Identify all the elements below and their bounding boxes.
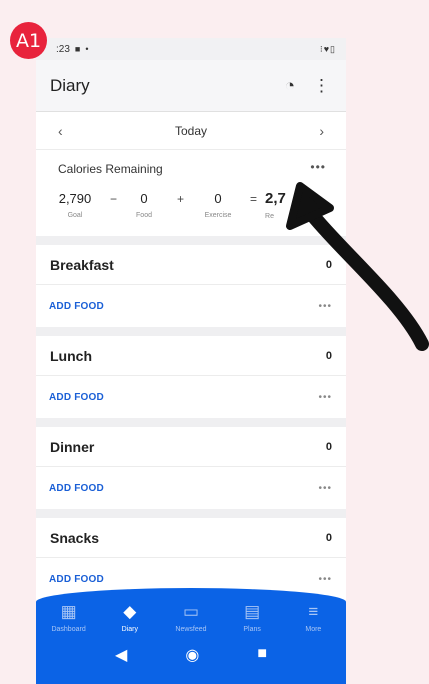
equals-operator: = <box>250 192 258 206</box>
back-icon[interactable]: ◀ <box>115 645 127 665</box>
meal-section-breakfast: Breakfast 0 ADD FOOD ••• <box>36 245 346 327</box>
tab-diary[interactable]: ◆ Diary <box>100 602 160 633</box>
add-food-button[interactable]: ADD FOOD <box>49 392 104 403</box>
meal-calories: 0 <box>325 531 332 544</box>
plus-operator: + <box>177 192 185 206</box>
recents-icon[interactable]: ■ <box>257 645 267 665</box>
goal-label: Goal <box>67 212 83 219</box>
add-food-button[interactable]: ADD FOOD <box>49 301 104 312</box>
tab-label: Plans <box>243 626 261 633</box>
exercise-label: Exercise <box>204 212 232 219</box>
tab-newsfeed[interactable]: ▭ Newsfeed <box>161 602 221 633</box>
tab-plans[interactable]: ▤ Plans <box>222 602 282 633</box>
tab-label: Dashboard <box>51 626 86 633</box>
remaining-label: Re <box>265 213 274 220</box>
remaining-value: 2,7 <box>265 190 286 207</box>
exercise-value: 0 <box>214 191 222 206</box>
tab-label: Diary <box>121 626 138 633</box>
phone-screen: :23 ■ • ⁝♥▯ Diary ◔ ⋮ ‹ Today › Calories… <box>36 38 346 684</box>
meal-more-button[interactable]: ••• <box>318 392 332 403</box>
status-bar: :23 ■ • ⁝♥▯ <box>36 38 346 60</box>
calories-heading: Calories Remaining <box>58 162 163 176</box>
photo-icon: ■ <box>74 44 81 54</box>
goal-value: 2,790 <box>58 191 92 206</box>
meal-name: Lunch <box>50 347 92 364</box>
step-badge: A1 <box>10 22 47 59</box>
add-food-button[interactable]: ADD FOOD <box>49 574 104 585</box>
next-day-button[interactable]: › <box>319 123 324 139</box>
calories-more-button[interactable]: ••• <box>310 160 326 174</box>
add-food-button[interactable]: ADD FOOD <box>49 483 104 494</box>
diary-icon: ◆ <box>123 602 137 621</box>
date-navigator: ‹ Today › <box>36 112 346 150</box>
dot-icon: • <box>85 44 89 54</box>
tab-dashboard[interactable]: ▦ Dashboard <box>39 602 99 633</box>
meal-section-lunch: Lunch 0 ADD FOOD ••• <box>36 336 346 418</box>
overflow-menu-icon[interactable]: ⋮ <box>313 76 330 96</box>
food-value: 0 <box>140 191 148 206</box>
status-time: :23 <box>56 43 70 55</box>
meal-calories: 0 <box>325 440 332 453</box>
meal-more-button[interactable]: ••• <box>318 483 332 494</box>
date-label[interactable]: Today <box>175 124 207 138</box>
meal-more-button[interactable]: ••• <box>318 574 332 585</box>
bottom-navigation: ▦ Dashboard ◆ Diary ▭ Newsfeed ▤ Plans ≡… <box>36 588 346 684</box>
prev-day-button[interactable]: ‹ <box>58 123 63 139</box>
newsfeed-icon: ▭ <box>182 602 199 621</box>
home-icon[interactable]: ◉ <box>185 645 199 665</box>
timer-icon[interactable]: ◔ <box>285 76 295 96</box>
meal-calories: 0 <box>325 349 332 362</box>
menu-icon: ≡ <box>308 602 319 621</box>
signal-battery-icon: ⁝♥▯ <box>319 43 336 54</box>
minus-operator: − <box>110 192 118 206</box>
plans-icon: ▤ <box>244 602 261 621</box>
page-title: Diary <box>50 75 90 95</box>
meal-section-dinner: Dinner 0 ADD FOOD ••• <box>36 427 346 509</box>
system-nav-bar: ◀ ◉ ■ <box>36 633 346 665</box>
meal-name: Breakfast <box>50 256 114 273</box>
meal-name: Dinner <box>50 438 95 455</box>
meal-calories: 0 <box>325 258 332 271</box>
meal-name: Snacks <box>50 529 100 546</box>
app-bar: Diary ◔ ⋮ <box>36 60 346 112</box>
meal-more-button[interactable]: ••• <box>318 301 332 312</box>
tab-label: More <box>305 626 322 633</box>
food-label: Food <box>136 212 152 219</box>
tab-more[interactable]: ≡ More <box>283 602 343 633</box>
calories-remaining-card: Calories Remaining ••• 2,790 Goal − 0 Fo… <box>36 150 346 236</box>
meal-list: Breakfast 0 ADD FOOD ••• Lunch 0 ADD FOO… <box>36 245 346 600</box>
tab-label: Newsfeed <box>175 626 207 633</box>
dashboard-icon: ▦ <box>60 602 77 621</box>
